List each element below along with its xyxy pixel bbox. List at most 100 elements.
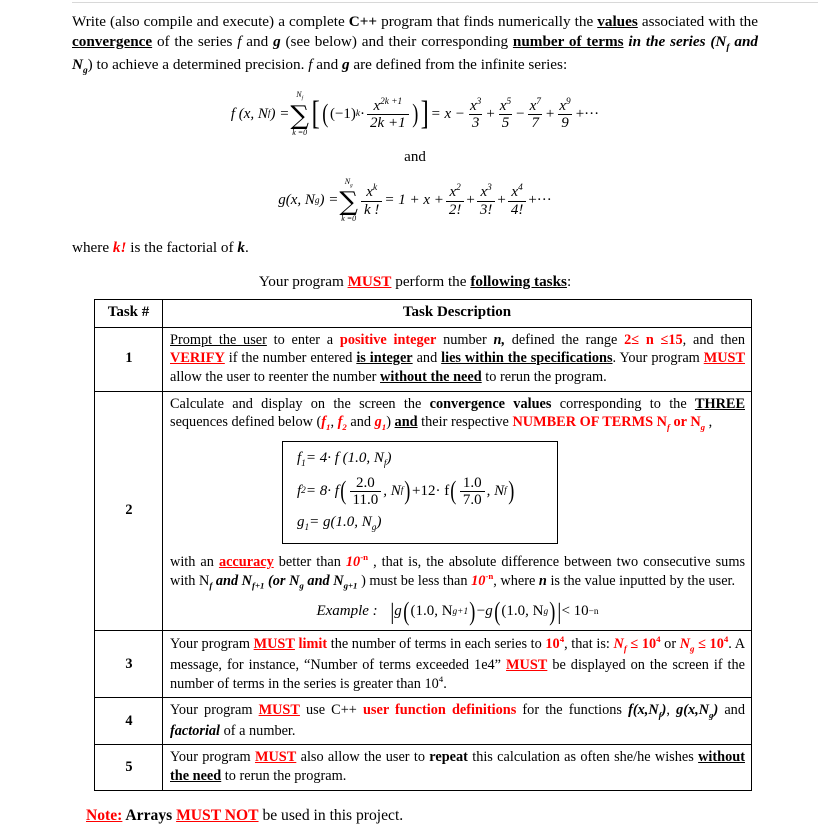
sequences-formula-box: f1= 4· f (1.0, Nf) f2 = 8· f ( 2.0 11.0 … [282,440,558,545]
f2-left-paren2-icon: ( [450,475,457,505]
fraction-f-x3-num: x3 [467,97,484,114]
note-mid: Arrays [122,806,177,824]
t4-fx: f(x,N [628,702,659,719]
t2b-accuracy: accuracy [218,553,274,570]
mp-must: MUST [347,273,392,291]
formula-g1: g1= g(1.0, Ng) [297,513,547,534]
t1-lies-within: lies within the specifications [441,350,613,367]
t3-must-2: MUST [506,656,548,673]
t2-convergence-values: convergence values [429,395,552,412]
formula-f1: f1= 4· f (1.0, Nf) [297,449,547,470]
t3-s3: , that is: [564,636,614,653]
t2b-n: n [538,573,547,590]
example-a2-sub: g [543,606,549,617]
mp-post: : [566,273,572,291]
t1-without-need: without the need [380,369,482,386]
gx3-exp: 3 [487,183,492,194]
equation-g-series: g(x, Ng) = Ng ∑ k =0 xk k ! = 1 + x + x2… [72,177,758,224]
t2b-s9: is the value inputted by the user. [546,573,736,590]
fraction-f-x5-num: x5 [497,97,514,114]
equation-f-series: f (x, Nf) = Nf ∑ k =0 [ ( (−1) k · x2k +1… [72,91,758,137]
t2b-ten-2: 10 [471,573,486,590]
op-g-2: + [497,192,506,209]
t2-number-of-terms: NUMBER OF TERMS N [512,414,667,431]
table-row: 4 Your program MUST use C++ user functio… [94,697,752,746]
f2-arg2-num: 1.0 [462,474,482,491]
t2b-ng1-sub: g+1 [343,581,358,592]
example-line: Example : | g((1.0, Ng+1) − g((1.0, Ng) … [170,596,745,626]
t1-is-integer: is integer [356,350,413,367]
and-separator: and [404,148,426,165]
t2-s7: their respective [417,414,513,431]
where-line: where k! is the factorial of k. [72,239,758,257]
fraction-f-den: 2k +1 [367,114,409,131]
example-a1: (1.0, N [410,603,453,620]
fraction-g-term: xk k ! [360,183,383,218]
task-number-1: 1 [94,326,163,392]
t2b-nf1-sub: f+1 [252,581,265,592]
table-row: 5 Your program MUST also allow the user … [94,744,752,791]
right-paren-icon: ) [411,98,418,128]
t3-nf: N [613,636,624,653]
fraction-g-x3-den: 3! [476,200,496,218]
t1-s3: defined the range [505,331,625,348]
t1-s9: to rerun the program. [481,369,607,386]
fraction-f-x7-den: 7 [528,114,542,131]
t2-s3: sequences defined below ( [170,414,322,431]
eq-f-lhs-close: ) = [270,105,290,122]
t4-s4: , [666,702,677,719]
equation-f-expression: f (x, Nf) = Nf ∑ k =0 [ ( (−1) k · x2k +1… [231,91,599,137]
ex-paren-r2-icon: ) [549,596,556,626]
note-line: Note: Arrays MUST NOT be used in this pr… [86,807,758,825]
document-page: Write (also compile and execute) a compl… [0,0,830,824]
t2b-s2: better than [273,553,346,570]
t1-must: MUST [703,350,746,367]
fraction-f-x5-den: 5 [498,114,513,131]
summation-symbol-g: Ng ∑ k =0 [339,177,358,224]
sum-lower-f: k =0 [292,127,308,137]
f2-arg2-var: , N [486,482,505,499]
fraction-g-x4-den: 4! [507,200,527,218]
sigma-glyph: ∑ [290,100,309,131]
t1-prompt-user: Prompt the user [170,331,267,348]
eq-g-lhs-close: ) = [319,192,339,209]
where-k: k [237,239,245,257]
fraction-f-term: x2k +1 2k +1 [367,97,409,131]
t4-factorial: factorial [170,722,221,739]
task-3-text: Your program MUST limit the number of te… [170,634,745,693]
mp-mid: perform the [391,273,471,291]
t2b-s1: with an [170,553,219,570]
t1-s1: to enter a [266,331,340,348]
fx3-x: x [469,97,477,114]
task-number-3: 3 [94,630,163,699]
intro-seg-11: are defined from the infinite series: [349,55,568,73]
fraction-g-x2: x2 2! [445,183,465,218]
example-a1-sub: g+1 [452,606,469,617]
abs-bar-left-icon: | [389,599,395,625]
intro-paragraph: Write (also compile and execute) a compl… [72,12,758,77]
t4-s3: for the functions [516,702,629,719]
t1-positive-integer: positive integer [339,331,437,348]
right-bracket-icon: ] [420,95,429,133]
gx2-exp: 2 [456,183,461,194]
f2-arg1-den: 11.0 [349,490,382,508]
eq-f-lhs: f (x, N [230,105,268,122]
note-post: be used in this project. [258,806,404,824]
eq-g-lhs: g(x, N [278,192,315,209]
intro-seg-6: (see below) and their corresponding [280,33,513,51]
op-g-3: +··· [528,192,552,209]
task-1-text: Prompt the user to enter a positive inte… [170,331,745,387]
t4-s6: of a number. [220,722,296,739]
task-description-5: Your program MUST also allow the user to… [162,744,752,791]
t4-s1: Your program [170,702,259,719]
fraction-g-x3: x3 3! [476,183,496,218]
op-f-1: + [486,105,495,122]
t3-limit: limit [298,636,328,653]
t1-s8: allow the user to reenter the number [170,369,381,386]
fraction-f-x5: x5 5 [497,97,514,131]
fraction-g-x3-num: x3 [477,183,494,200]
t5-repeat: repeat [429,749,468,766]
f1-rhs: = 4· f (1.0, N [305,449,384,466]
fraction-g-num: xk [363,183,380,200]
t3-or: or [660,636,680,653]
